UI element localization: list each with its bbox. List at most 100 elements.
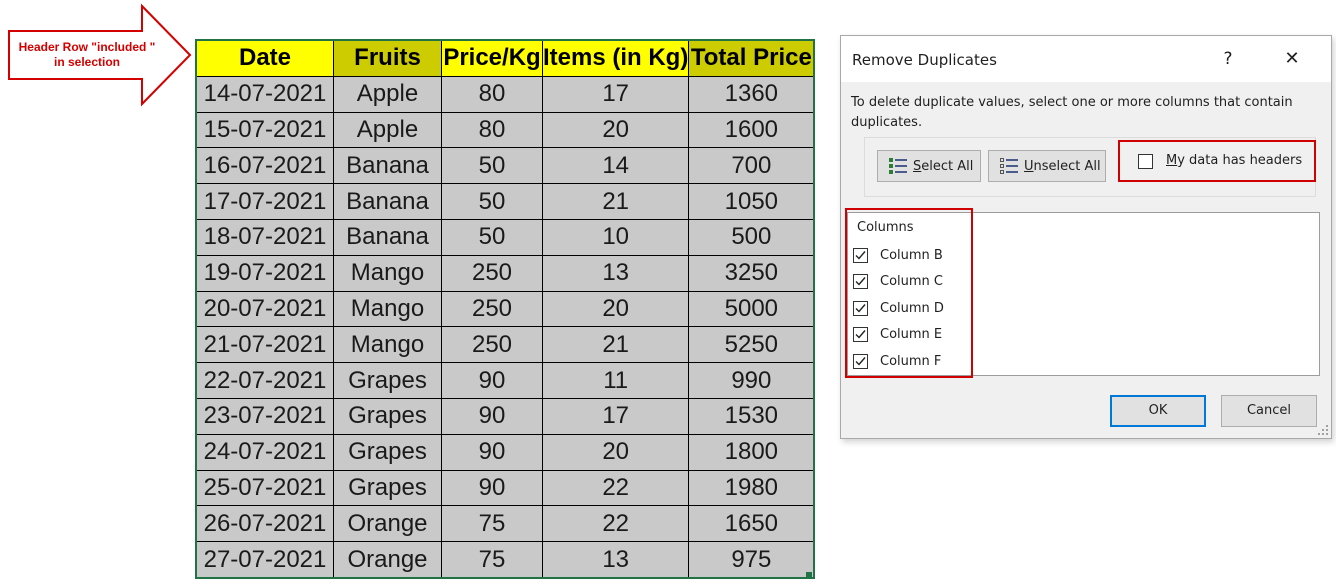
cell-items[interactable]: 20: [541, 433, 690, 471]
cell-date[interactable]: 18-07-2021: [195, 218, 334, 256]
header-cell-total[interactable]: Total Price: [688, 39, 815, 77]
cell-total[interactable]: 990: [688, 362, 815, 399]
cell-price[interactable]: 75: [441, 505, 543, 543]
header-cell-fruits[interactable]: Fruits: [333, 39, 442, 77]
resize-grip-icon[interactable]: [1317, 424, 1329, 436]
cell-price[interactable]: 75: [441, 541, 543, 579]
header-cell-items[interactable]: Items (in Kg): [541, 39, 690, 77]
cell-date[interactable]: 20-07-2021: [195, 290, 334, 328]
header-row[interactable]: Date Fruits Price/Kg Items (in Kg) Total…: [195, 39, 815, 77]
cell-date[interactable]: 15-07-2021: [195, 111, 334, 149]
cell-items[interactable]: 20: [541, 111, 690, 149]
cell-date[interactable]: 19-07-2021: [195, 254, 334, 292]
cell-items[interactable]: 13: [541, 254, 690, 292]
column-checkbox[interactable]: [853, 273, 868, 289]
cell-fruit[interactable]: Grapes: [333, 362, 442, 399]
unselect-all-button[interactable]: Unselect All: [988, 150, 1106, 182]
cell-price[interactable]: 50: [441, 218, 543, 256]
column-checkbox[interactable]: [853, 300, 868, 316]
cell-date[interactable]: 25-07-2021: [195, 469, 334, 507]
cell-total[interactable]: 975: [688, 541, 815, 579]
cell-price[interactable]: 250: [441, 290, 543, 328]
cell-price[interactable]: 90: [441, 362, 543, 399]
column-checkbox[interactable]: [853, 353, 868, 369]
cancel-button[interactable]: Cancel: [1221, 395, 1317, 427]
column-item[interactable]: Column D: [853, 298, 944, 318]
cell-price[interactable]: 90: [441, 469, 543, 507]
cell-fruit[interactable]: Mango: [333, 254, 442, 292]
cell-total[interactable]: 1600: [688, 111, 815, 149]
cell-total[interactable]: 1050: [688, 183, 815, 220]
help-button[interactable]: ?: [1211, 46, 1245, 72]
cell-date[interactable]: 24-07-2021: [195, 433, 334, 471]
close-button[interactable]: ✕: [1275, 46, 1309, 72]
headers-label[interactable]: My data has headers: [1166, 153, 1302, 168]
table-row[interactable]: 18-07-2021 Banana 50 10 500: [195, 218, 815, 256]
column-item[interactable]: Column B: [853, 245, 943, 265]
column-item[interactable]: Column F: [853, 351, 941, 371]
cell-price[interactable]: 80: [441, 75, 543, 113]
cell-fruit[interactable]: Banana: [333, 218, 442, 256]
cell-items[interactable]: 17: [541, 75, 690, 113]
cell-date[interactable]: 14-07-2021: [195, 75, 334, 113]
cell-total[interactable]: 1650: [688, 505, 815, 543]
cell-items[interactable]: 21: [541, 183, 690, 220]
cell-date[interactable]: 21-07-2021: [195, 326, 334, 364]
cell-total[interactable]: 1800: [688, 433, 815, 471]
cell-fruit[interactable]: Apple: [333, 75, 442, 113]
table-row[interactable]: 24-07-2021 Grapes 90 20 1800: [195, 433, 815, 471]
header-cell-price[interactable]: Price/Kg: [441, 39, 543, 77]
cell-total[interactable]: 3250: [688, 254, 815, 292]
cell-items[interactable]: 14: [541, 147, 690, 185]
column-checkbox[interactable]: [853, 326, 868, 342]
cell-fruit[interactable]: Apple: [333, 111, 442, 149]
cell-fruit[interactable]: Mango: [333, 290, 442, 328]
cell-fruit[interactable]: Grapes: [333, 433, 442, 471]
dialog-titlebar[interactable]: Remove Duplicates ? ✕: [841, 36, 1331, 82]
cell-items[interactable]: 22: [541, 505, 690, 543]
fill-handle[interactable]: [806, 572, 812, 578]
cell-items[interactable]: 17: [541, 397, 690, 435]
table-row[interactable]: 22-07-2021 Grapes 90 11 990: [195, 362, 815, 399]
table-row[interactable]: 16-07-2021 Banana 50 14 700: [195, 147, 815, 185]
cell-date[interactable]: 23-07-2021: [195, 397, 334, 435]
cell-total[interactable]: 700: [688, 147, 815, 185]
ok-button[interactable]: OK: [1110, 395, 1206, 427]
cell-items[interactable]: 21: [541, 326, 690, 364]
cell-price[interactable]: 50: [441, 147, 543, 185]
cell-total[interactable]: 1530: [688, 397, 815, 435]
cell-date[interactable]: 22-07-2021: [195, 362, 334, 399]
header-cell-date[interactable]: Date: [195, 39, 334, 77]
cell-price[interactable]: 250: [441, 326, 543, 364]
cell-total[interactable]: 1360: [688, 75, 815, 113]
cell-date[interactable]: 16-07-2021: [195, 147, 334, 185]
table-row[interactable]: 27-07-2021 Orange 75 13 975: [195, 541, 815, 579]
cell-price[interactable]: 90: [441, 397, 543, 435]
table-row[interactable]: 23-07-2021 Grapes 90 17 1530: [195, 397, 815, 435]
select-all-button[interactable]: Select All: [877, 150, 981, 182]
cell-items[interactable]: 22: [541, 469, 690, 507]
column-item[interactable]: Column C: [853, 271, 943, 291]
data-table[interactable]: Date Fruits Price/Kg Items (in Kg) Total…: [195, 39, 816, 579]
cell-fruit[interactable]: Mango: [333, 326, 442, 364]
cell-total[interactable]: 5250: [688, 326, 815, 364]
cell-fruit[interactable]: Banana: [333, 147, 442, 185]
cell-total[interactable]: 500: [688, 218, 815, 256]
cell-date[interactable]: 27-07-2021: [195, 541, 334, 579]
headers-checkbox[interactable]: [1138, 154, 1153, 169]
cell-total[interactable]: 5000: [688, 290, 815, 328]
cell-price[interactable]: 250: [441, 254, 543, 292]
cell-date[interactable]: 17-07-2021: [195, 183, 334, 220]
cell-fruit[interactable]: Grapes: [333, 469, 442, 507]
table-row[interactable]: 26-07-2021 Orange 75 22 1650: [195, 505, 815, 543]
cell-items[interactable]: 10: [541, 218, 690, 256]
table-row[interactable]: 21-07-2021 Mango 250 21 5250: [195, 326, 815, 364]
cell-price[interactable]: 80: [441, 111, 543, 149]
column-item[interactable]: Column E: [853, 324, 942, 344]
cell-items[interactable]: 13: [541, 541, 690, 579]
cell-fruit[interactable]: Orange: [333, 541, 442, 579]
table-row[interactable]: 25-07-2021 Grapes 90 22 1980: [195, 469, 815, 507]
cell-price[interactable]: 50: [441, 183, 543, 220]
table-row[interactable]: 20-07-2021 Mango 250 20 5000: [195, 290, 815, 328]
cell-fruit[interactable]: Orange: [333, 505, 442, 543]
